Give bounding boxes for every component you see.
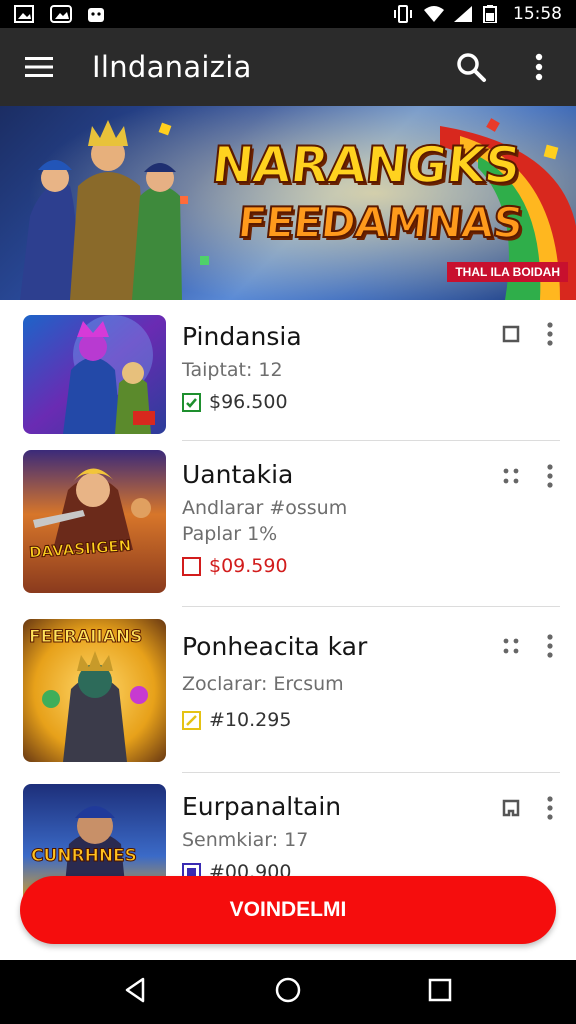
- price-box-icon: [182, 556, 201, 576]
- more-vert-icon[interactable]: [546, 796, 554, 825]
- hero-banner[interactable]: NARANGKS FEEDAMNAS THAL ILA BOIDAH: [0, 106, 576, 300]
- square-outline-icon[interactable]: [502, 325, 520, 348]
- primary-action-button[interactable]: VOINDELMI: [20, 876, 556, 944]
- banner-title: NARANGKS: [208, 135, 523, 195]
- game-meta: Taiptat: 12: [182, 359, 283, 381]
- android-icon: [86, 5, 106, 23]
- image-icon: [14, 5, 34, 23]
- game-thumbnail[interactable]: FEERAIIANS: [23, 619, 166, 762]
- home-icon[interactable]: [273, 975, 303, 1010]
- price-box-icon: [182, 710, 201, 730]
- photo-icon: [50, 5, 72, 23]
- status-time: 15:58: [513, 4, 562, 24]
- game-title: Ponheacita kar: [182, 632, 368, 661]
- game-meta: Andlarar #ossum: [182, 497, 348, 519]
- game-price: $09.590: [209, 555, 288, 577]
- more-vert-icon[interactable]: [546, 322, 554, 351]
- app-bar: Ilndanaizia: [0, 28, 576, 106]
- thumbnail-title: FEERAIIANS: [28, 627, 143, 648]
- drag-dots-icon[interactable]: [502, 637, 520, 660]
- game-meta: Zoclarar: Ercsum: [182, 673, 344, 695]
- more-vert-icon[interactable]: [546, 464, 554, 493]
- battery-icon: [483, 5, 503, 24]
- more-vert-icon[interactable]: [522, 48, 556, 86]
- game-title: Eurpanaltain: [182, 792, 342, 821]
- list-item[interactable]: DAVASIIGEN Uantakia Andlarar #ossum Papl…: [0, 440, 576, 607]
- page-title: Ilndanaizia: [92, 50, 252, 84]
- recents-icon[interactable]: [425, 975, 455, 1010]
- price-check-icon: [182, 392, 201, 412]
- vibrate-icon: [393, 5, 413, 23]
- status-bar: 15:58: [0, 0, 576, 28]
- list-item[interactable]: Pindansia Taiptat: 12 $96.500: [0, 300, 576, 441]
- game-meta: Senmkiar: 17: [182, 829, 309, 851]
- banner-subtitle: FEEDAMNAS: [234, 197, 525, 248]
- game-thumbnail[interactable]: [23, 315, 166, 434]
- thumbnail-title: CUNRHNES: [31, 846, 138, 867]
- drag-dots-icon[interactable]: [502, 467, 520, 490]
- game-title: Uantakia: [182, 460, 294, 489]
- game-meta-secondary: Paplar 1%: [182, 523, 278, 545]
- search-icon[interactable]: [454, 48, 488, 86]
- square-bookmark-icon[interactable]: [502, 799, 520, 822]
- list-item[interactable]: FEERAIIANS Ponheacita kar Zoclarar: Ercs…: [0, 606, 576, 773]
- more-vert-icon[interactable]: [546, 634, 554, 663]
- system-nav-bar: [0, 960, 576, 1024]
- game-list: Pindansia Taiptat: 12 $96.500 DAVASIIGEN…: [0, 300, 576, 960]
- back-icon[interactable]: [121, 975, 151, 1010]
- game-price: #10.295: [209, 709, 292, 731]
- menu-icon[interactable]: [20, 48, 58, 86]
- banner-tag: THAL ILA BOIDAH: [447, 262, 568, 282]
- game-title: Pindansia: [182, 322, 302, 351]
- game-thumbnail[interactable]: DAVASIIGEN: [23, 450, 166, 593]
- signal-icon: [453, 5, 473, 23]
- wifi-icon: [423, 5, 444, 23]
- game-price: $96.500: [209, 391, 288, 413]
